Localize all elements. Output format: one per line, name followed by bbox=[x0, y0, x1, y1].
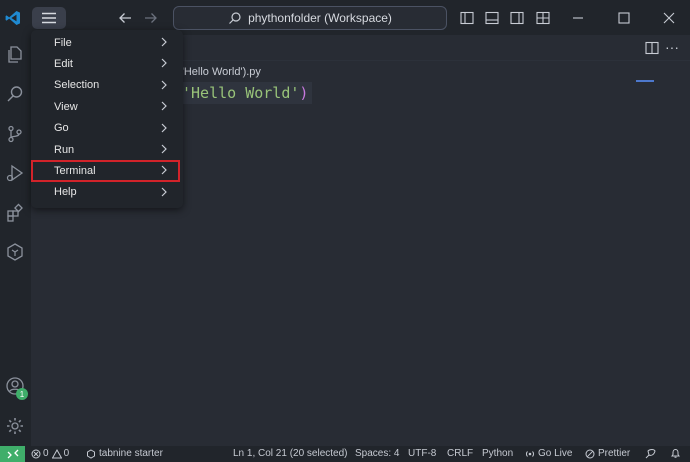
breadcrumb-file-name[interactable]: t('Hello World').py bbox=[175, 66, 261, 78]
hamburger-icon bbox=[42, 12, 56, 24]
menu-item-label: File bbox=[54, 36, 72, 49]
menu-item-go[interactable]: Go bbox=[31, 118, 183, 139]
menu-item-label: Edit bbox=[54, 58, 73, 71]
menu-item-label: Help bbox=[54, 186, 77, 199]
tabnine-label: tabnine starter bbox=[99, 448, 163, 459]
chevron-right-icon bbox=[161, 123, 167, 132]
bell-icon bbox=[671, 448, 680, 458]
go-live-text: Go Live bbox=[538, 448, 573, 459]
menu-item-label: View bbox=[54, 100, 78, 113]
menu-item-file[interactable]: File bbox=[31, 32, 183, 53]
forward-arrow-icon[interactable] bbox=[142, 9, 160, 27]
tabnine-icon bbox=[87, 448, 95, 459]
search-text: phythonfolder (Workspace) bbox=[248, 11, 392, 25]
code-line-1[interactable]: ('Hello World') bbox=[178, 82, 313, 104]
accounts-badge: 1 bbox=[16, 388, 28, 400]
go-live[interactable]: Go Live bbox=[525, 448, 572, 459]
back-arrow-icon[interactable] bbox=[116, 9, 134, 27]
feedback-icon bbox=[645, 449, 656, 459]
cursor-position-text: Ln 1, Col 21 (20 selected) bbox=[233, 448, 348, 459]
menu-item-view[interactable]: View bbox=[31, 96, 183, 117]
chevron-right-icon bbox=[161, 187, 167, 197]
chevron-right-icon bbox=[161, 37, 167, 47]
extensions-icon[interactable] bbox=[4, 202, 26, 224]
encoding-text: UTF-8 bbox=[408, 448, 437, 459]
remote-explorer-icon[interactable] bbox=[4, 241, 26, 263]
menu-item-edit[interactable]: Edit bbox=[31, 53, 183, 74]
toggle-primary-sidebar-icon[interactable] bbox=[459, 10, 475, 26]
application-menu-button[interactable] bbox=[32, 7, 66, 29]
menu-item-label: Terminal bbox=[54, 165, 96, 178]
prettier[interactable]: Prettier bbox=[585, 448, 630, 459]
end-of-line[interactable]: CRLF bbox=[447, 448, 473, 459]
warning-icon bbox=[51, 448, 62, 458]
prettier-text: Prettier bbox=[598, 448, 631, 459]
tabnine-status[interactable]: tabnine starter bbox=[86, 448, 163, 459]
more-actions-icon[interactable]: ··· bbox=[665, 39, 679, 55]
search-icon[interactable] bbox=[4, 83, 26, 105]
notifications[interactable] bbox=[670, 448, 681, 459]
customize-layout-icon[interactable] bbox=[535, 10, 551, 26]
minimize-icon[interactable] bbox=[570, 10, 586, 26]
close-icon[interactable] bbox=[661, 10, 677, 26]
error-count: 0 bbox=[43, 448, 49, 459]
code-string: 'Hello World' bbox=[182, 84, 300, 102]
menu-item-selection[interactable]: Selection bbox=[31, 75, 183, 96]
toggle-panel-icon[interactable] bbox=[484, 10, 500, 26]
encoding[interactable]: UTF-8 bbox=[408, 448, 436, 459]
menu-item-run[interactable]: Run bbox=[31, 139, 183, 160]
feedback[interactable] bbox=[645, 448, 656, 459]
chevron-right-icon bbox=[161, 144, 167, 154]
code-close-paren: ) bbox=[299, 84, 309, 102]
toggle-secondary-sidebar-icon[interactable] bbox=[509, 10, 525, 26]
cursor-position[interactable]: Ln 1, Col 21 (20 selected) bbox=[233, 448, 348, 459]
minimap-selection-mark bbox=[636, 80, 654, 82]
chevron-right-icon bbox=[161, 101, 167, 111]
chevron-right-icon bbox=[161, 165, 167, 175]
problems-indicator[interactable]: 0 0 bbox=[31, 448, 69, 459]
indentation[interactable]: Spaces: 4 bbox=[355, 448, 399, 459]
remote-indicator[interactable] bbox=[0, 446, 25, 462]
language-text: Python bbox=[482, 448, 514, 459]
explorer-icon[interactable] bbox=[4, 43, 26, 65]
menu-item-terminal[interactable]: Terminal bbox=[31, 160, 180, 182]
application-menu: File Edit Selection View Go Run Terminal… bbox=[31, 30, 183, 208]
menu-item-label: Go bbox=[54, 122, 69, 135]
prettier-icon bbox=[585, 449, 595, 458]
search-icon bbox=[229, 12, 241, 24]
error-icon bbox=[31, 449, 41, 458]
status-bar: 0 0 tabnine starter Ln 1, Col 21 (20 sel… bbox=[0, 446, 690, 462]
split-editor-icon[interactable] bbox=[645, 41, 659, 60]
menu-item-label: Selection bbox=[54, 79, 100, 92]
command-center-search[interactable]: phythonfolder (Workspace) bbox=[173, 6, 447, 30]
maximize-icon[interactable] bbox=[616, 10, 632, 26]
language-mode[interactable]: Python bbox=[482, 448, 513, 459]
menu-item-help[interactable]: Help bbox=[31, 182, 183, 203]
chevron-right-icon bbox=[161, 80, 167, 90]
chevron-right-icon bbox=[161, 58, 167, 68]
vscode-logo-icon bbox=[4, 9, 22, 27]
activity-bar: 1 bbox=[0, 35, 31, 446]
source-control-icon[interactable] bbox=[4, 123, 26, 145]
menu-item-label: Run bbox=[54, 143, 75, 156]
indentation-text: Spaces: 4 bbox=[355, 448, 400, 459]
warning-count: 0 bbox=[63, 448, 70, 459]
settings-gear-icon[interactable] bbox=[4, 415, 26, 437]
run-and-debug-icon[interactable] bbox=[4, 162, 26, 184]
broadcast-icon bbox=[525, 450, 535, 457]
eol-text: CRLF bbox=[447, 448, 474, 459]
remote-icon bbox=[7, 449, 18, 459]
